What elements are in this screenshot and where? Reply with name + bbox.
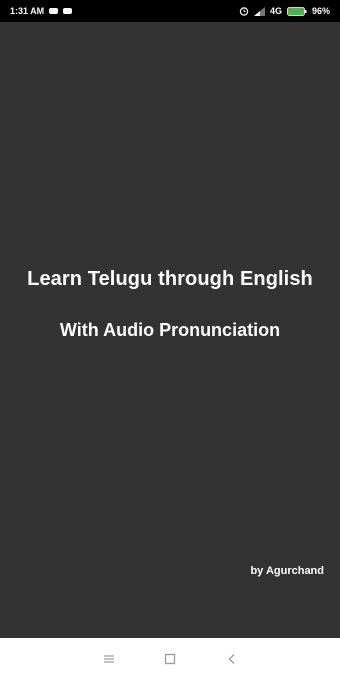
app-title: Learn Telugu through English [27,268,313,290]
back-chevron-icon[interactable] [223,650,241,668]
developer-credit: by Agurchand [250,565,324,577]
alarm-icon [239,6,249,16]
notification-icon [49,8,59,14]
battery-icon [287,6,307,16]
menu-icon[interactable] [100,650,118,668]
network-type: 4G [269,6,282,16]
status-left: 1:31 AM [10,6,73,16]
signal-icon [253,6,265,16]
home-square-icon[interactable] [161,650,179,668]
notification-icon [63,8,73,14]
status-time: 1:31 AM [10,6,45,16]
splash-screen: Learn Telugu through English With Audio … [0,22,340,638]
navigation-bar [0,638,340,680]
status-bar: 1:31 AM 4G 96% [0,0,340,22]
battery-percent: 96% [311,6,330,16]
status-right: 4G 96% [239,6,330,16]
app-subtitle: With Audio Pronunciation [59,320,281,340]
